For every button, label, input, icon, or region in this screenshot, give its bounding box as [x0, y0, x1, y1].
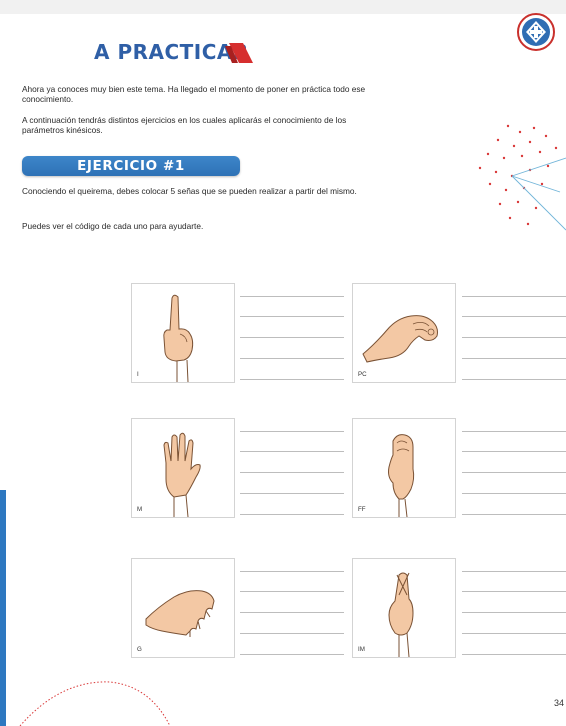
answer-lines[interactable]	[462, 283, 566, 381]
top-page-edge	[0, 0, 566, 14]
intro-paragraph-1: Ahora ya conoces muy bien este tema. Ha …	[22, 84, 366, 105]
decorative-dot-network	[478, 124, 566, 231]
handshape-code: G	[137, 646, 142, 653]
handshape-card: M	[131, 418, 235, 518]
answer-lines[interactable]	[240, 558, 344, 656]
exercise-banner-label: EJERCICIO #1	[77, 158, 185, 174]
section-title: A PRACTICAR	[94, 40, 253, 66]
handshape-code: I	[137, 371, 139, 378]
answer-lines[interactable]	[462, 558, 566, 656]
handshape-code: FF	[358, 506, 366, 513]
handshape-card: FF	[352, 418, 456, 518]
exercise-hint: Puedes ver el código de cada uno para ay…	[22, 221, 204, 231]
page-number: 34	[554, 698, 565, 708]
handshape-card: IM	[352, 558, 456, 658]
handshape-code: M	[137, 506, 143, 513]
institution-logo	[517, 13, 555, 51]
title-accent-flag	[225, 43, 253, 63]
hand-closed-fingers-icon	[388, 434, 415, 517]
hand-pinched-fingers-icon	[362, 315, 438, 363]
hand-open-palm-icon	[163, 432, 201, 517]
answer-lines[interactable]	[240, 283, 344, 381]
handshape-card: PC	[352, 283, 456, 383]
hand-crossed-fingers-icon	[388, 572, 414, 657]
hand-claw-icon	[145, 590, 215, 637]
handshape-card: I	[131, 283, 235, 383]
exercise-instruction: Conociendo el queirema, debes colocar 5 …	[22, 186, 357, 196]
answer-lines[interactable]	[462, 418, 566, 516]
handshape-code: IM	[358, 646, 365, 653]
exercise-banner: EJERCICIO #1	[22, 156, 240, 176]
intro-paragraph-2: A continuación tendrás distintos ejercic…	[22, 115, 347, 136]
hand-index-up-icon	[163, 294, 194, 382]
answer-lines[interactable]	[240, 418, 344, 516]
handshape-code: PC	[358, 371, 367, 378]
handshape-card: G	[131, 558, 235, 658]
